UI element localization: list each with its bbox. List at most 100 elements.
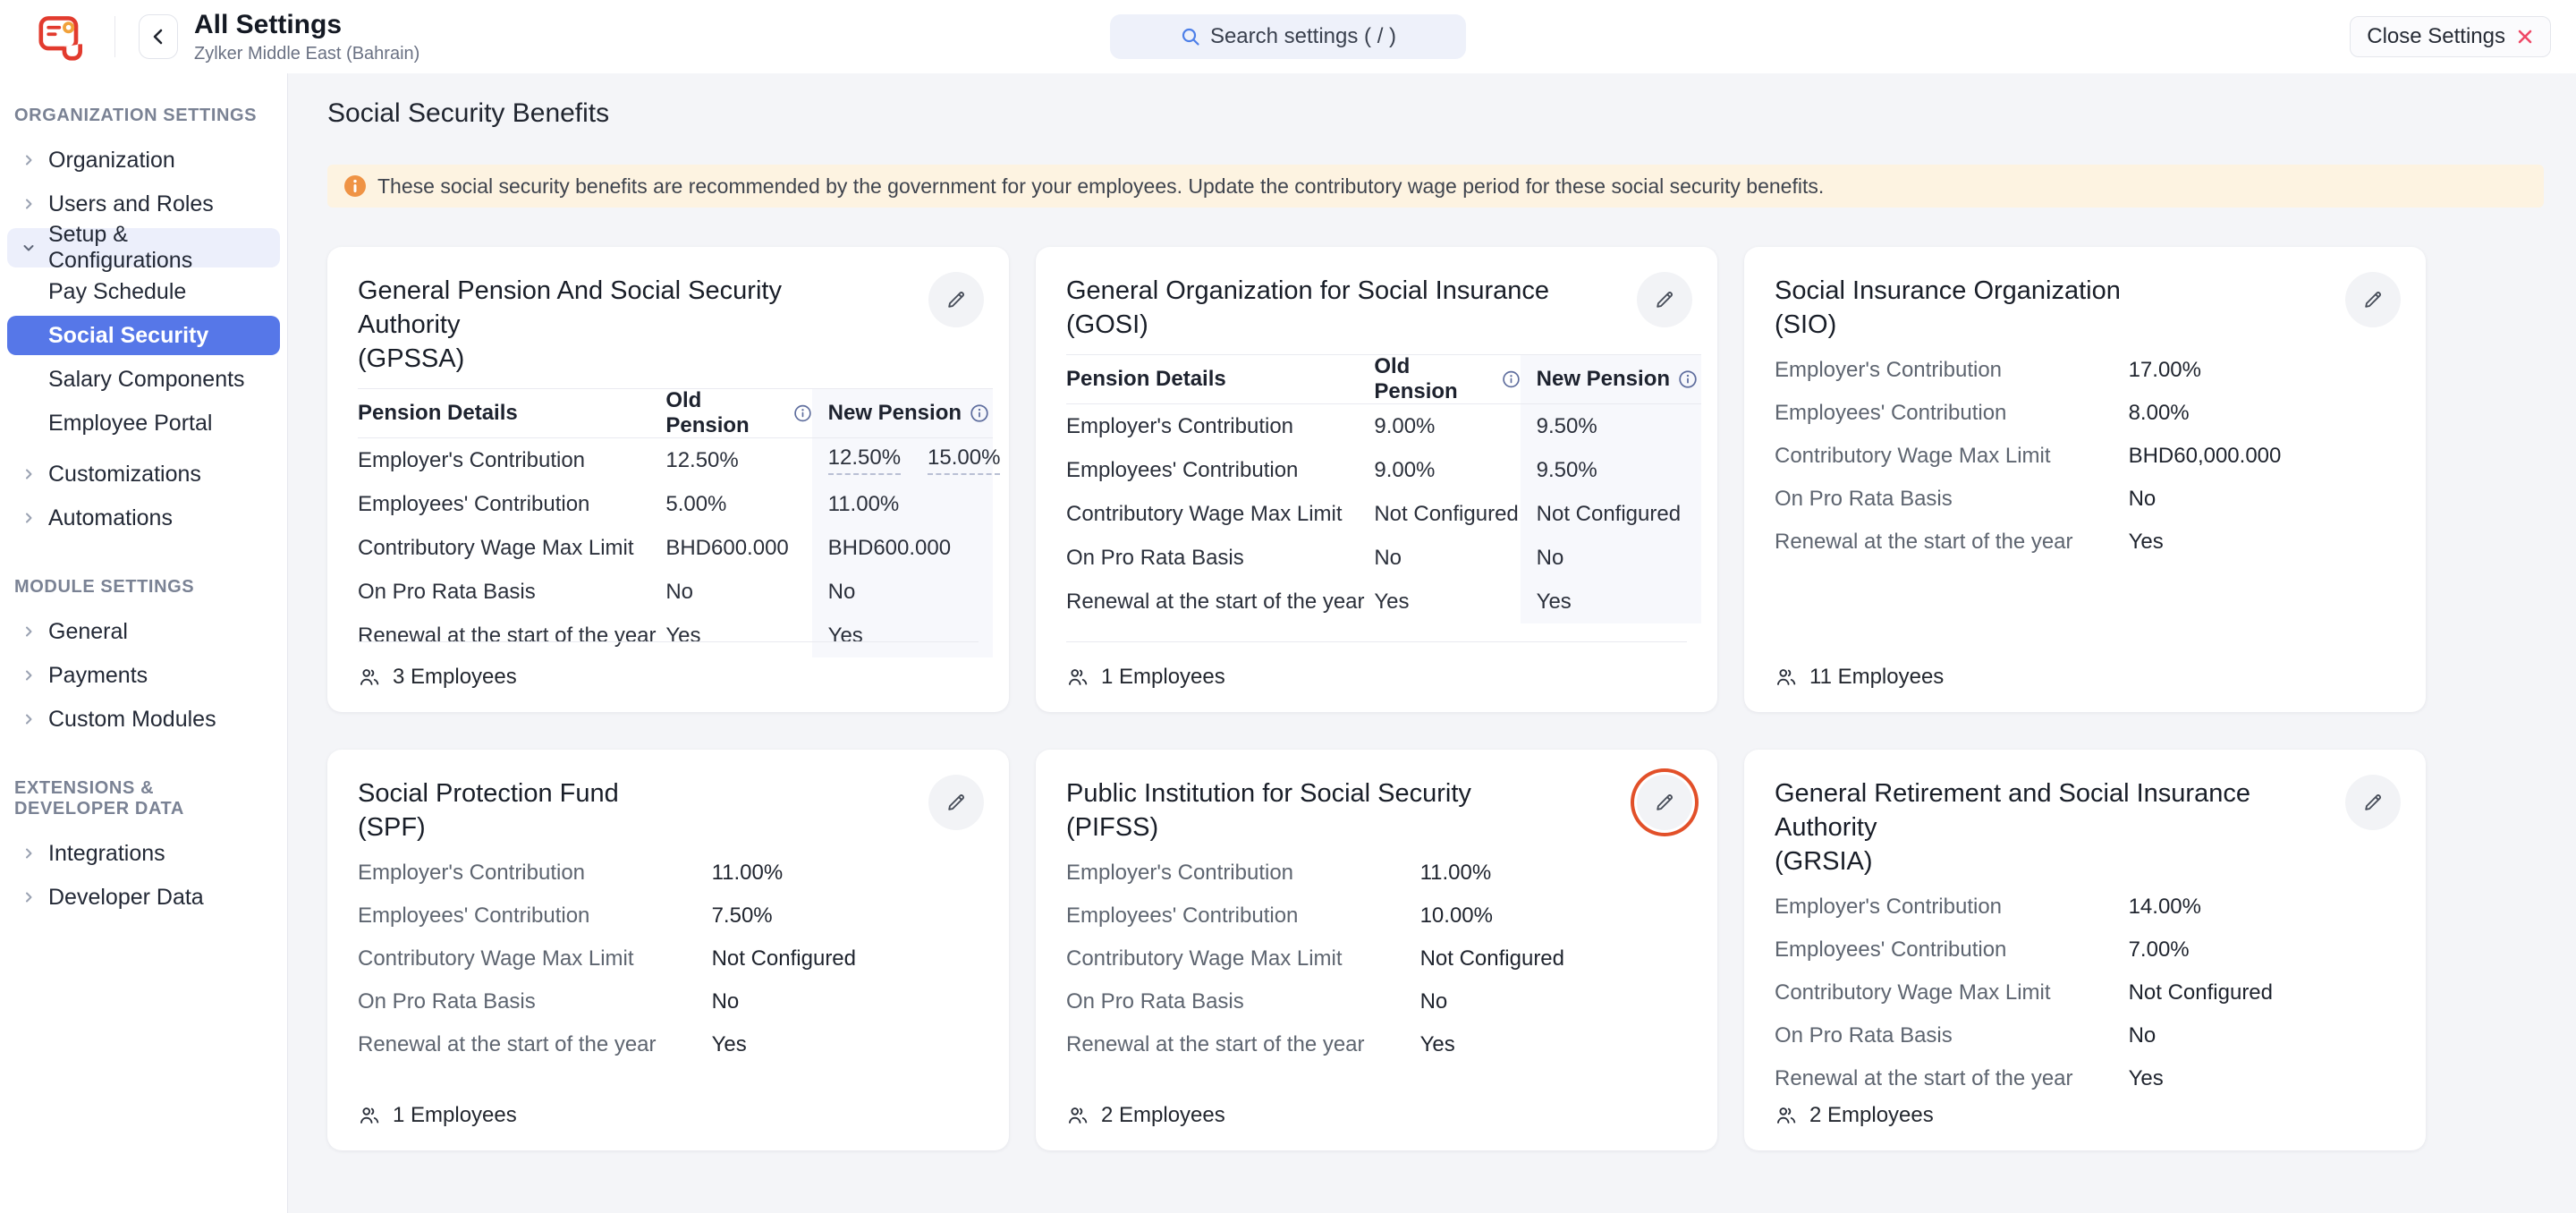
row-new-value: 9.50% bbox=[1521, 448, 1701, 492]
org-name: Zylker Middle East (Bahrain) bbox=[194, 44, 419, 64]
detail-row: Employees' Contribution7.00% bbox=[1775, 929, 2395, 971]
sidebar-item-automations[interactable]: Automations bbox=[7, 498, 280, 538]
detail-row: Employer's Contribution11.00% bbox=[1066, 852, 1687, 895]
sidebar-item-label: Developer Data bbox=[48, 885, 204, 911]
card-grsia: General Retirement and Social Insurance … bbox=[1744, 750, 2426, 1150]
info-circle-icon[interactable] bbox=[1502, 369, 1521, 389]
pension-table: Pension Details Old Pension New Pension … bbox=[1066, 354, 1701, 623]
column-new-pension: New Pension bbox=[1521, 354, 1701, 404]
back-button[interactable] bbox=[139, 14, 178, 59]
row-old-value: Not Configured bbox=[1374, 492, 1520, 536]
sidebar-item-integrations[interactable]: Integrations bbox=[7, 834, 280, 873]
close-x-icon bbox=[2516, 28, 2534, 46]
info-banner: These social security benefits are recom… bbox=[327, 165, 2544, 208]
detail-row: Employer's Contribution17.00% bbox=[1775, 349, 2395, 392]
sidebar-item-developer-data[interactable]: Developer Data bbox=[7, 878, 280, 917]
detail-row: Contributory Wage Max LimitNot Configure… bbox=[1775, 971, 2395, 1014]
row-new-value: 9.50% bbox=[1521, 404, 1701, 448]
detail-row: Employer's Contribution14.00% bbox=[1775, 886, 2395, 929]
sidebar-item-employee-portal[interactable]: Employee Portal bbox=[7, 403, 280, 443]
detail-row: On Pro Rata BasisNo bbox=[1775, 1014, 2395, 1057]
info-circle-icon[interactable] bbox=[970, 403, 989, 423]
detail-row: On Pro Rata BasisNo bbox=[1775, 478, 2395, 521]
row-new-value: BHD600.000 bbox=[812, 526, 993, 570]
row-new-value: Yes bbox=[1521, 580, 1701, 623]
sidebar-item-organization[interactable]: Organization bbox=[7, 140, 280, 180]
header-title-block: All Settings Zylker Middle East (Bahrain… bbox=[194, 10, 419, 64]
edit-sio-button[interactable] bbox=[2345, 272, 2401, 327]
row-new-value: No bbox=[812, 570, 993, 614]
employees-count: 2 Employees bbox=[1809, 1103, 1934, 1128]
pencil-icon bbox=[945, 288, 968, 311]
detail-row: On Pro Rata BasisNo bbox=[358, 980, 979, 1023]
row-new-value: No bbox=[1521, 536, 1701, 580]
sidebar-item-social-security[interactable]: Social Security bbox=[7, 316, 280, 355]
edit-spf-button[interactable] bbox=[928, 775, 984, 830]
row-new-value: Not Configured bbox=[1521, 492, 1701, 536]
page-title: All Settings bbox=[194, 10, 419, 40]
info-circle-icon[interactable] bbox=[793, 403, 812, 423]
payroll-logo-icon[interactable] bbox=[36, 12, 91, 62]
sidebar-item-customizations[interactable]: Customizations bbox=[7, 454, 280, 494]
sidebar-item-label: Setup & Configurations bbox=[48, 222, 271, 274]
detail-row: Employees' Contribution8.00% bbox=[1775, 392, 2395, 435]
section-organization-settings: ORGANIZATION SETTINGS bbox=[0, 106, 287, 126]
edit-gosi-button[interactable] bbox=[1637, 272, 1692, 327]
close-settings-button[interactable]: Close Settings bbox=[2350, 16, 2551, 57]
employees-footer: 1 Employees bbox=[1066, 641, 1687, 712]
column-old-pension: Old Pension bbox=[1374, 354, 1520, 404]
people-icon bbox=[358, 666, 381, 689]
row-label: Contributory Wage Max Limit bbox=[1066, 492, 1374, 536]
row-old-value: BHD600.000 bbox=[665, 526, 811, 570]
detail-row: Employees' Contribution10.00% bbox=[1066, 895, 1687, 937]
row-new-value: 11.00% bbox=[812, 482, 993, 526]
sidebar-item-setup-configurations[interactable]: Setup & Configurations bbox=[7, 228, 280, 267]
sidebar-item-salary-components[interactable]: Salary Components bbox=[7, 360, 280, 399]
pencil-icon bbox=[1653, 791, 1676, 814]
sidebar-item-custom-modules[interactable]: Custom Modules bbox=[7, 700, 280, 739]
info-circle-icon[interactable] bbox=[1678, 369, 1698, 389]
pension-table: Pension Details Old Pension New Pension … bbox=[358, 388, 993, 657]
chevron-right-icon bbox=[20, 623, 38, 640]
card-title: General Retirement and Social Insurance … bbox=[1775, 776, 2306, 878]
pencil-icon bbox=[2361, 791, 2385, 814]
row-label: Employees' Contribution bbox=[358, 482, 665, 526]
pencil-icon bbox=[1653, 288, 1676, 311]
sidebar-item-general[interactable]: General bbox=[7, 612, 280, 651]
card-gosi: General Organization for Social Insuranc… bbox=[1036, 247, 1717, 712]
card-spf: Social Protection Fund(SPF) Employer's C… bbox=[327, 750, 1009, 1150]
employees-count: 2 Employees bbox=[1101, 1103, 1225, 1128]
chevron-right-icon bbox=[20, 666, 38, 684]
sidebar-item-users-and-roles[interactable]: Users and Roles bbox=[7, 184, 280, 224]
people-icon bbox=[1775, 1104, 1798, 1127]
sidebar-item-label: Salary Components bbox=[48, 367, 245, 393]
search-input[interactable]: Search settings ( / ) bbox=[1110, 14, 1466, 59]
main-content: Social Security Benefits These social se… bbox=[288, 73, 2576, 1213]
row-label: On Pro Rata Basis bbox=[358, 570, 665, 614]
detail-row: Renewal at the start of the yearYes bbox=[1066, 1023, 1687, 1066]
pencil-icon bbox=[2361, 288, 2385, 311]
people-icon bbox=[1066, 666, 1089, 689]
section-module-settings: MODULE SETTINGS bbox=[0, 577, 287, 598]
row-old-value: No bbox=[1374, 536, 1520, 580]
pension-details: Employer's Contribution14.00% Employees'… bbox=[1775, 886, 2395, 1100]
column-pension-details: Pension Details bbox=[358, 388, 665, 438]
row-new-value: 12.50%15.00% bbox=[812, 438, 993, 482]
edit-grsia-button[interactable] bbox=[2345, 775, 2401, 830]
card-pifss: Public Institution for Social Security(P… bbox=[1036, 750, 1717, 1150]
column-old-pension: Old Pension bbox=[665, 388, 811, 438]
sidebar-item-payments[interactable]: Payments bbox=[7, 656, 280, 695]
row-label: Renewal at the start of the year bbox=[1066, 580, 1374, 623]
detail-row: Renewal at the start of the yearYes bbox=[358, 1023, 979, 1066]
chevron-right-icon bbox=[20, 888, 38, 906]
cards-grid: General Pension And Social Security Auth… bbox=[327, 247, 2544, 1150]
pension-details: Employer's Contribution11.00% Employees'… bbox=[358, 852, 979, 1066]
sidebar-item-pay-schedule[interactable]: Pay Schedule bbox=[7, 272, 280, 311]
employees-count: 1 Employees bbox=[1101, 665, 1225, 690]
edit-gpssa-button[interactable] bbox=[928, 272, 984, 327]
search-icon bbox=[1180, 26, 1201, 47]
edit-pifss-button-highlighted[interactable] bbox=[1637, 775, 1692, 830]
card-title: General Organization for Social Insuranc… bbox=[1066, 274, 1597, 342]
employees-footer: 2 Employees bbox=[1066, 1080, 1687, 1150]
sidebar-item-label: Automations bbox=[48, 505, 173, 531]
